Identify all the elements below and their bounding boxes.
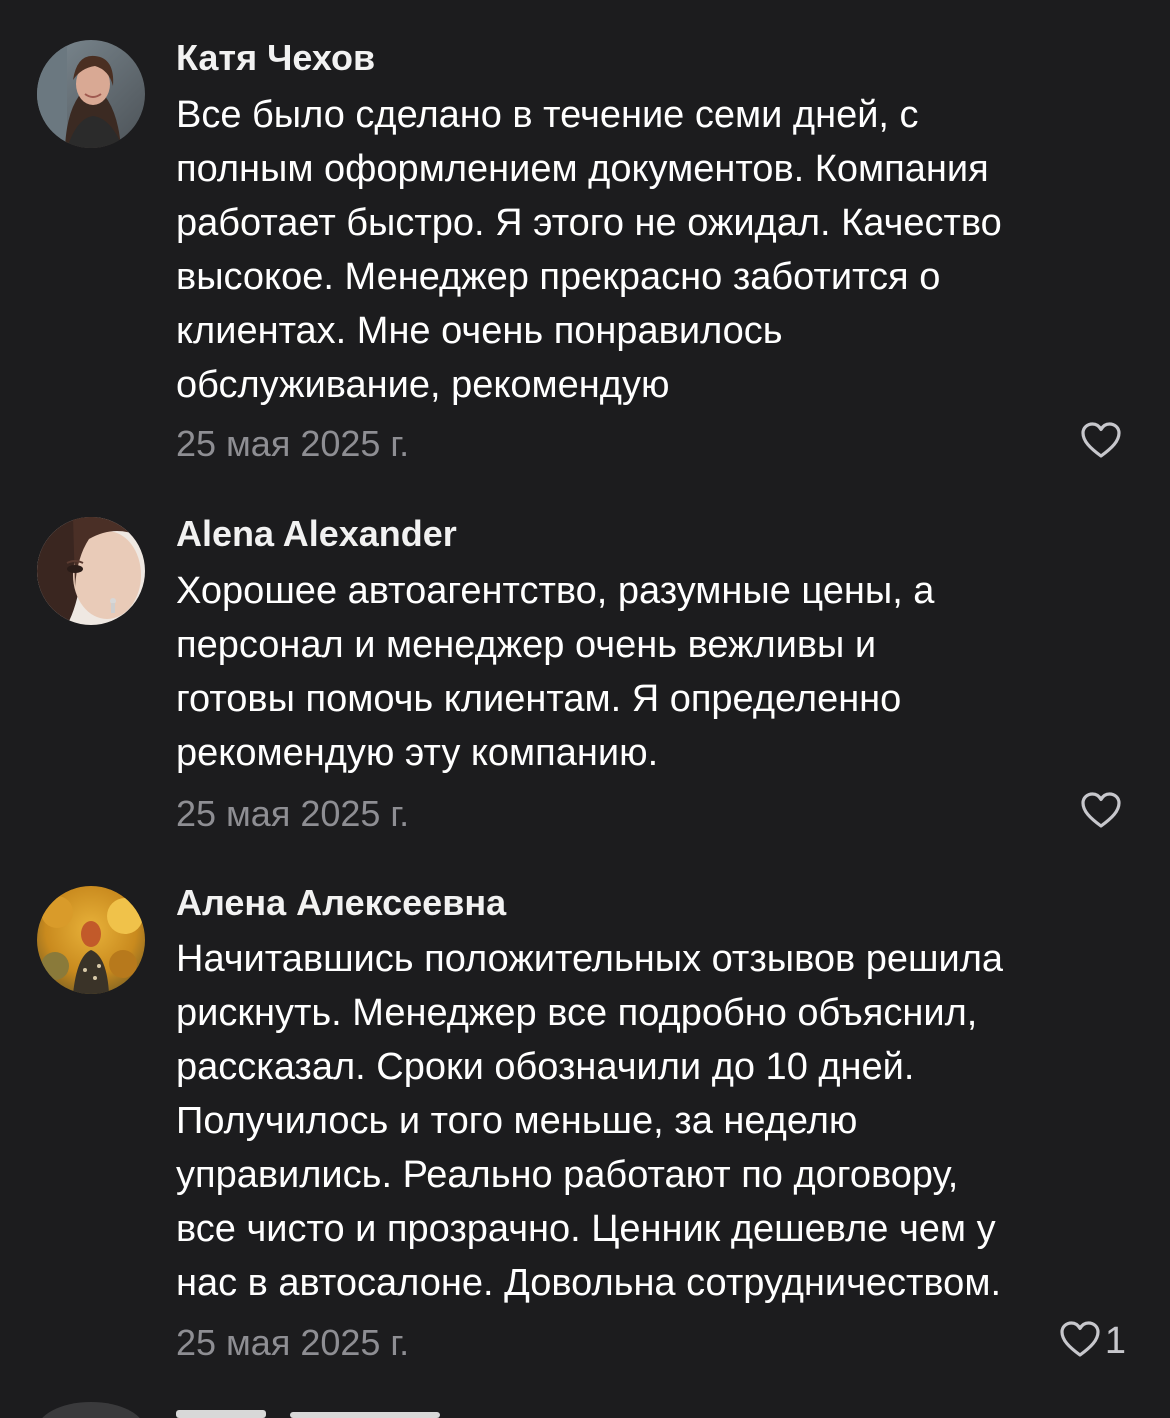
comment-text-line: нас в автосалоне. Довольна сотрудничеств… [176, 1262, 1001, 1304]
comment-text-line: готовы помочь клиентам. Я определенно [176, 678, 902, 720]
like-count: 1 [1104, 1320, 1126, 1362]
like-button[interactable] [1080, 420, 1126, 464]
like-button[interactable] [1080, 790, 1126, 834]
avatar[interactable] [37, 517, 145, 625]
avatar[interactable] [37, 40, 145, 148]
comment-text-line: высокое. Менеджер прекрасно заботится о [176, 256, 941, 298]
next-comment-peek [0, 1400, 1170, 1418]
heart-outline-icon [1080, 421, 1122, 464]
comment-date: 25 мая 2025 г. [176, 793, 410, 834]
comment-text-line: Все было сделано в течение семи дней, с [176, 94, 919, 136]
comment-author[interactable]: Алена Алексеевна [176, 883, 506, 923]
comment-text: Все было сделано в течение семи дней, с … [176, 88, 1136, 412]
comment-author[interactable]: Alena Alexander [176, 514, 457, 554]
comment-text-line: персонал и менеджер очень вежливы и [176, 624, 877, 666]
comment-text-line: рекомендую эту компанию. [176, 732, 659, 774]
heart-outline-icon [1059, 1320, 1101, 1363]
comment-text-line: клиентах. Мне очень понравилось [176, 310, 783, 352]
comment-text-line: все чисто и прозрачно. Ценник дешевле че… [176, 1208, 996, 1250]
comment-text-line: Получилось и того меньше, за неделю [176, 1100, 858, 1142]
comment-text-line: управились. Реально работают по договору… [176, 1154, 959, 1196]
comment-text-line: полным оформлением документов. Компания [176, 148, 989, 190]
comment-text-line: рискнуть. Менеджер все подробно объяснил… [176, 992, 978, 1034]
comment-text: Хорошее автоагентство, разумные цены, а … [176, 564, 1136, 780]
avatar[interactable] [37, 886, 145, 994]
comment-text-line: обслуживание, рекомендую [176, 364, 670, 406]
like-button[interactable]: 1 [1059, 1319, 1126, 1363]
comment-text-line: работает быстро. Я этого не ожидал. Каче… [176, 202, 1002, 244]
comment-date: 25 мая 2025 г. [176, 423, 410, 464]
comment-text-line: рассказал. Сроки обозначили до 10 дней. [176, 1046, 915, 1088]
comment-author[interactable]: Катя Чехов [176, 38, 375, 78]
comment-text-line: Начитавшись положительных отзывов решила [176, 938, 1004, 980]
comment-text-line: Хорошее автоагентство, разумные цены, а [176, 570, 935, 612]
comment-date: 25 мая 2025 г. [176, 1322, 410, 1363]
comment-text: Начитавшись положительных отзывов решила… [176, 932, 1136, 1310]
heart-outline-icon [1080, 791, 1122, 834]
